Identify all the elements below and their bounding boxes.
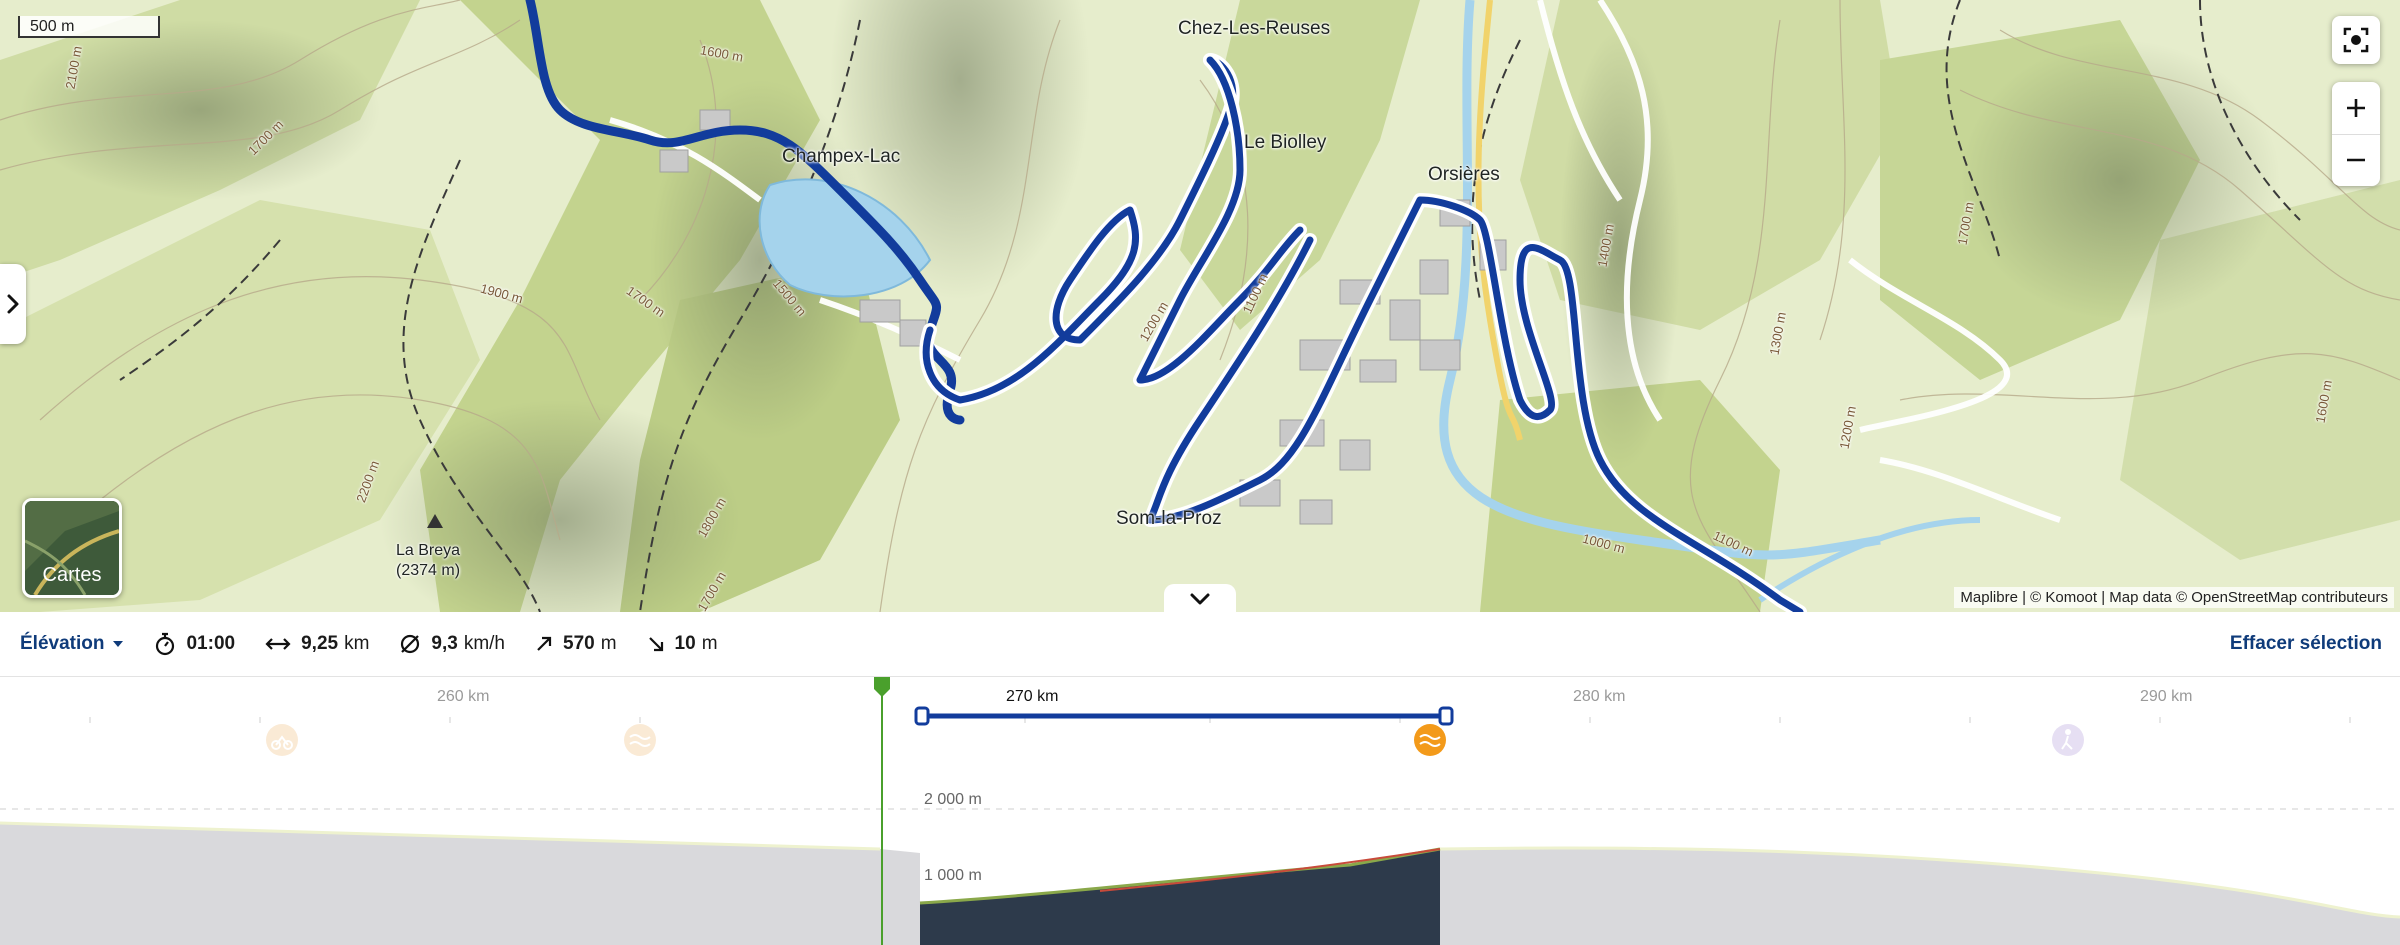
ascent-stat: 570 m [535,633,617,655]
view-selector-label: Élévation [20,633,105,654]
focus-frame-icon [2343,27,2369,53]
minus-icon [2347,158,2365,162]
waves-icon [624,724,656,756]
profile-area-before [0,823,920,945]
map-layers-label: Cartes [42,564,102,586]
expand-sidebar-button[interactable] [0,264,26,344]
descent-value: 10 [674,633,696,654]
place-label: Chez-Les-Reuses [1178,18,1331,39]
km-tick-label: 280 km [1573,688,1626,705]
zoom-controls [2332,82,2380,186]
position-marker-pin[interactable] [874,677,890,697]
selection-end-handle[interactable] [1438,706,1454,726]
clear-selection-button[interactable]: Effacer sélection [2230,633,2382,655]
place-label: Le Biolley [1244,132,1327,153]
speed-unit: km/h [463,633,506,654]
km-tick-label: 290 km [2140,688,2193,705]
stopwatch-icon [156,632,175,656]
distance-unit: km [344,633,370,654]
tour-stats-bar: Élévation 01:00 9,25 km 9,3 km/h 570 m 1… [0,612,2400,677]
selection-start-handle[interactable] [914,706,930,726]
zoom-out-button[interactable] [2332,135,2380,187]
duration-value: 01:00 [186,633,236,654]
horizontal-arrows-icon [265,638,291,650]
map-attribution: Maplibre | © Komoot | Map data © OpenStr… [1954,587,2394,608]
map-scale-bar: 500 m [18,16,160,38]
average-speed-icon [401,634,420,654]
distance-stat: 9,25 km [265,633,369,655]
selection-km-label: 270 km [1006,688,1059,705]
arrow-down-right-icon [648,637,663,652]
speed-value: 9,3 [431,633,458,654]
view-selector-dropdown[interactable]: Élévation [20,633,124,655]
place-label: Champex-Lac [782,146,901,167]
distance-value: 9,25 [301,633,339,654]
caret-down-icon [113,641,124,647]
elevation-profile[interactable]: 260 km 270 km 280 km 290 km 2 000 m 1 00… [0,677,2400,945]
map-layers-button[interactable]: Cartes [22,498,122,598]
duration-stat: 01:00 [154,632,235,656]
profile-area-after [1440,848,2400,945]
elevation-profile-chart [0,677,2400,945]
place-label: Orsières [1428,164,1500,185]
bike-icon [266,724,298,756]
peak-elevation-label: (2374 m) [396,562,461,579]
chevron-right-icon [7,294,19,314]
arrow-up-right-icon [537,636,552,651]
chevron-down-icon [1190,593,1210,605]
place-label: Som-la-Proz [1116,508,1222,529]
elevation-axis-label: 2 000 m [924,791,982,808]
waves-icon [1414,724,1446,756]
plus-icon [2347,98,2365,117]
hiker-icon [2052,724,2084,756]
ascent-value: 570 [563,633,595,654]
recenter-button[interactable] [2332,16,2380,64]
descent-stat: 10 m [647,633,718,655]
speed-stat: 9,3 km/h [399,633,505,655]
map-view[interactable]: Chez-Les-Reuses Champex-Lac Le Biolley O… [0,0,2400,612]
peak-label: La Breya [396,542,461,559]
descent-unit: m [701,633,718,654]
ascent-unit: m [600,633,617,654]
km-tick-label: 260 km [437,688,490,705]
zoom-in-button[interactable] [2332,82,2380,135]
elevation-axis-label: 1 000 m [924,867,982,884]
collapse-map-button[interactable] [1164,584,1236,612]
